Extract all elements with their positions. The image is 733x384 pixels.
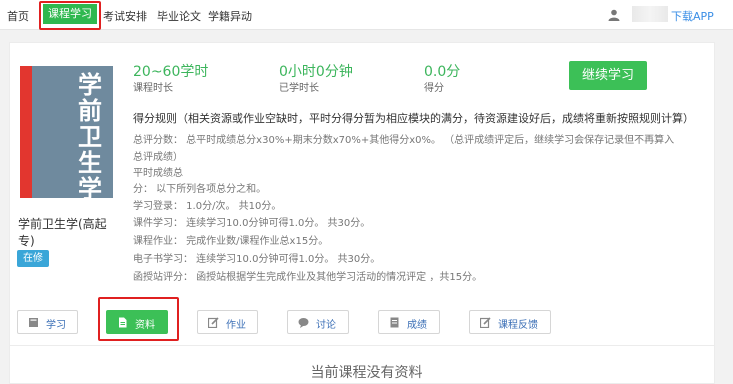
- course-cover-image[interactable]: 学前卫生学: [20, 66, 113, 198]
- grade-icon: [390, 317, 399, 328]
- top-nav-bar: 首页 课程学习 考试安排 毕业论文 学籍异动 下载APP: [0, 0, 733, 30]
- empty-materials-message: 当前课程没有资料: [310, 365, 423, 381]
- stat-studied-value: 0小时0分钟: [279, 64, 353, 80]
- user-name-redacted: [632, 6, 668, 22]
- rule-line: 学习登录： 1.0分/次。 共10分。: [133, 201, 282, 212]
- chat-icon: [298, 318, 309, 328]
- tab-discussion[interactable]: 讨论: [287, 310, 349, 334]
- feedback-icon: [480, 317, 491, 328]
- continue-study-button[interactable]: 继续学习: [569, 61, 647, 90]
- tab-homework[interactable]: 作业: [197, 310, 258, 334]
- rule-line: 课件学习： 连续学习10.0分钟可得1.0分。 共30分。: [133, 218, 371, 229]
- nav-status-change[interactable]: 学籍异动: [208, 8, 252, 24]
- stat-score-value: 0.0分: [424, 64, 461, 80]
- tab-materials[interactable]: 资料: [106, 310, 168, 334]
- nav-course-study[interactable]: 课程学习: [43, 4, 97, 24]
- download-app-link[interactable]: 下载APP: [671, 8, 714, 24]
- tab-course-feedback-label: 课程反馈: [498, 320, 538, 331]
- rule-line: 总评分数： 总平时成绩总分x30%+期末分数x70%+其他得分x0%。 （总评成…: [133, 135, 675, 146]
- section-divider: [9, 345, 715, 346]
- stat-studied-label: 已学时长: [279, 83, 319, 94]
- book-icon: [29, 318, 38, 327]
- tab-materials-label: 资料: [135, 320, 155, 331]
- nav-thesis[interactable]: 毕业论文: [157, 8, 201, 24]
- stat-course-hours-label: 课程时长: [133, 83, 173, 94]
- rule-line: 总评成绩）: [133, 152, 183, 163]
- cover-title: 学前卫生学: [78, 71, 102, 198]
- nav-exam-schedule[interactable]: 考试安排: [103, 8, 147, 24]
- status-badge: 在修: [17, 250, 49, 267]
- tab-discussion-label: 讨论: [316, 320, 336, 331]
- rule-line: 电子书学习： 连续学习10.0分钟可得1.0分。 共30分。: [133, 254, 381, 265]
- tab-study[interactable]: 学习: [17, 310, 78, 334]
- user-icon[interactable]: [608, 9, 620, 21]
- tab-grades-label: 成绩: [407, 320, 427, 331]
- tab-homework-label: 作业: [226, 320, 246, 331]
- tab-course-feedback[interactable]: 课程反馈: [469, 310, 551, 334]
- cover-spine: [20, 66, 32, 198]
- rule-line: 平时成绩总: [133, 168, 183, 179]
- edit-icon: [208, 317, 219, 328]
- document-icon: [119, 317, 127, 328]
- course-name: 学前卫生学(高起专): [18, 217, 107, 248]
- rule-line: 函授站评分： 函授站根据学生完成作业及其他学习活动的情况评定 ，共15分。: [133, 272, 483, 283]
- score-rules-title: 得分规则（相关资源或作业空缺时，平时分得分暂为相应模块的满分，待资源建设好后，成…: [133, 112, 694, 125]
- nav-home[interactable]: 首页: [7, 8, 29, 24]
- tab-study-label: 学习: [46, 320, 66, 331]
- stat-course-hours-value: 20~60学时: [133, 64, 209, 80]
- stat-score-label: 得分: [424, 83, 444, 94]
- rule-line: 课程作业： 完成作业数/课程作业总x15分。: [133, 236, 329, 247]
- tab-grades[interactable]: 成绩: [378, 310, 440, 334]
- rule-line: 分： 以下所列各项总分之和。: [133, 184, 267, 195]
